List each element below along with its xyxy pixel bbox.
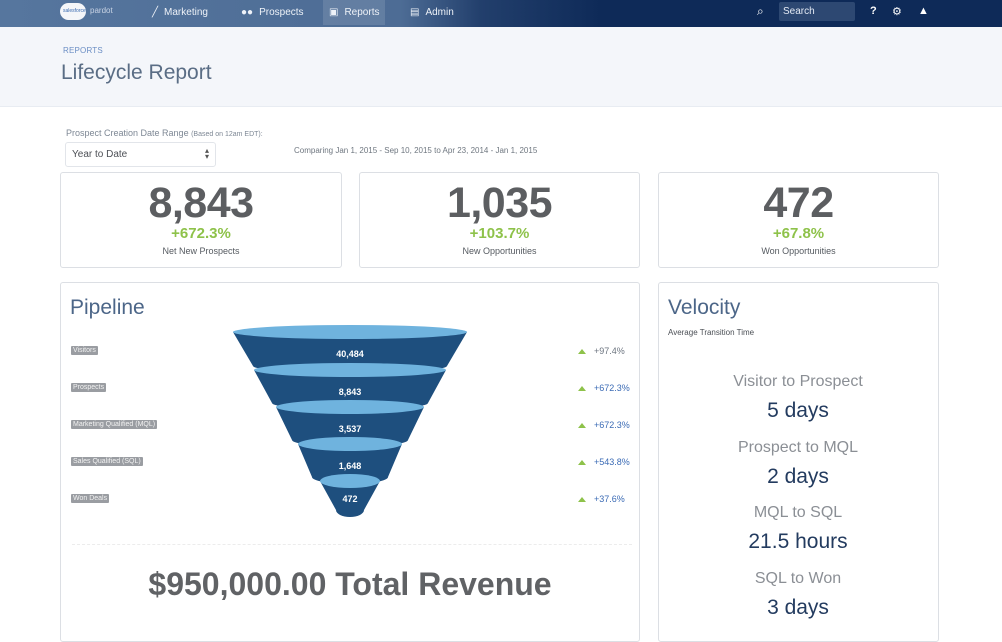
pipeline-divider bbox=[72, 544, 632, 545]
date-range-label: Prospect Creation Date Range (Based on 1… bbox=[66, 128, 263, 138]
comparison-range-text: Comparing Jan 1, 2015 - Sep 10, 2015 to … bbox=[294, 146, 538, 155]
transition-label: Visitor to Prospect bbox=[733, 373, 863, 390]
up-triangle-icon bbox=[578, 496, 586, 502]
search-icon[interactable]: ⌕ bbox=[757, 4, 764, 19]
stage-label-sql: Sales Qualified (SQL) bbox=[71, 457, 143, 466]
velocity-subtitle: Average Transition Time bbox=[668, 328, 755, 337]
nav-item-marketing[interactable]: ╱ Marketing bbox=[152, 0, 208, 25]
stage-label-visitors: Visitors bbox=[71, 346, 98, 355]
funnel-tier-value: 8,843 bbox=[339, 387, 362, 397]
select-arrows-icon: ▴ ▾ bbox=[204, 146, 209, 161]
transition-label: Prospect to MQL bbox=[737, 439, 859, 456]
salesforce-logo[interactable]: salesforce bbox=[60, 3, 86, 20]
stat-card-net-new-prospects: 8,843 +672.3% Net New Prospects bbox=[60, 172, 342, 268]
stage-change-prospects: +672.3% bbox=[578, 383, 630, 393]
stage-change-visitors: +97.4% bbox=[578, 346, 625, 356]
nav-item-admin[interactable]: ▤ Admin bbox=[410, 0, 454, 25]
wand-icon: ╱ bbox=[152, 7, 159, 18]
funnel-tier-top bbox=[276, 400, 424, 414]
funnel-tier: 472 bbox=[320, 474, 380, 517]
date-range-label-note: (Based on 12am EDT): bbox=[191, 131, 263, 138]
velocity-title: Velocity bbox=[668, 296, 741, 319]
pipeline-funnel-chart: 40,484 8,843 3,537 1,648 472 bbox=[233, 325, 467, 517]
stage-change-value: +37.6% bbox=[594, 494, 625, 504]
stat-change: +103.7% bbox=[469, 225, 530, 242]
total-revenue: $950,000.00 Total Revenue bbox=[148, 566, 552, 602]
stage-change-won: +37.6% bbox=[578, 494, 625, 504]
date-range-label-text: Prospect Creation Date Range bbox=[66, 128, 189, 138]
stat-value: 1,035 bbox=[446, 179, 553, 227]
stage-label-mql: Marketing Qualified (MQL) bbox=[71, 420, 158, 429]
stat-label: New Opportunities bbox=[462, 246, 537, 256]
transition-label: SQL to Won bbox=[754, 570, 842, 587]
logo-mark-text: salesforce bbox=[63, 8, 86, 14]
transition-label: MQL to SQL bbox=[753, 504, 843, 521]
stage-change-mql: +672.3% bbox=[578, 420, 630, 430]
breadcrumb[interactable]: REPORTS bbox=[63, 46, 103, 55]
up-triangle-icon bbox=[578, 459, 586, 465]
funnel-tier-top bbox=[320, 474, 380, 488]
stage-change-value: +672.3% bbox=[594, 420, 630, 430]
stat-card-won-opportunities: 472 +67.8% Won Opportunities bbox=[658, 172, 939, 268]
help-icon[interactable]: ? bbox=[870, 5, 877, 17]
date-range-selected-value: Year to Date bbox=[72, 149, 128, 160]
transition-value: 21.5 hours bbox=[748, 530, 848, 553]
stage-label-prospects: Prospects bbox=[71, 383, 107, 392]
stage-change-value: +97.4% bbox=[594, 346, 625, 356]
stat-change: +672.3% bbox=[171, 225, 231, 242]
people-icon: ●● bbox=[241, 7, 254, 18]
pardot-logo-text: pardot bbox=[90, 6, 113, 15]
funnel-tier-value: 1,648 bbox=[339, 461, 362, 471]
up-triangle-icon bbox=[578, 385, 586, 391]
stat-label: Net New Prospects bbox=[162, 246, 240, 256]
gear-icon[interactable]: ⚙ bbox=[892, 5, 902, 18]
nav-item-label: Marketing bbox=[164, 7, 208, 18]
date-range-select[interactable]: Year to Date ▴ ▾ bbox=[65, 142, 216, 167]
page-title: Lifecycle Report bbox=[61, 61, 212, 84]
nav-item-prospects[interactable]: ●● Prospects bbox=[241, 0, 304, 25]
funnel-tier-top bbox=[254, 363, 446, 377]
user-icon[interactable]: ▲ bbox=[918, 5, 929, 17]
stage-change-sql: +543.8% bbox=[578, 457, 630, 467]
top-navigation-bar: salesforce pardot ╱ Marketing ●● Prospec… bbox=[0, 0, 1002, 27]
nav-item-label: Reports bbox=[344, 7, 380, 18]
stat-label: Won Opportunities bbox=[761, 246, 836, 256]
nav-item-label: Prospects bbox=[259, 7, 304, 18]
stage-label-won: Won Deals bbox=[71, 494, 110, 503]
nav-item-reports[interactable]: ▣ Reports bbox=[323, 0, 386, 25]
pipeline-title: Pipeline bbox=[70, 296, 145, 319]
stage-change-value: +672.3% bbox=[594, 383, 630, 393]
stat-change: +67.8% bbox=[772, 225, 825, 242]
page-header: REPORTS Lifecycle Report bbox=[0, 27, 1002, 107]
nav-item-label: Admin bbox=[425, 7, 454, 18]
report-icon: ▣ bbox=[329, 7, 339, 18]
up-triangle-icon bbox=[578, 348, 586, 354]
stat-card-new-opportunities: 1,035 +103.7% New Opportunities bbox=[359, 172, 640, 268]
funnel-tier-value: 3,537 bbox=[339, 424, 362, 434]
transition-value: 5 days bbox=[767, 399, 829, 422]
funnel-tier-value: 472 bbox=[342, 494, 357, 504]
search-input[interactable] bbox=[779, 2, 855, 21]
funnel-tier-value: 40,484 bbox=[336, 349, 364, 359]
stat-value: 8,843 bbox=[148, 179, 254, 227]
funnel-tier-top bbox=[298, 437, 402, 451]
briefcase-icon: ▤ bbox=[410, 7, 420, 18]
up-triangle-icon bbox=[578, 422, 586, 428]
transition-value: 2 days bbox=[767, 465, 829, 488]
stat-value: 472 bbox=[763, 179, 834, 227]
stage-change-value: +543.8% bbox=[594, 457, 630, 467]
transition-value: 3 days bbox=[767, 596, 829, 619]
funnel-tier-top bbox=[233, 325, 467, 339]
